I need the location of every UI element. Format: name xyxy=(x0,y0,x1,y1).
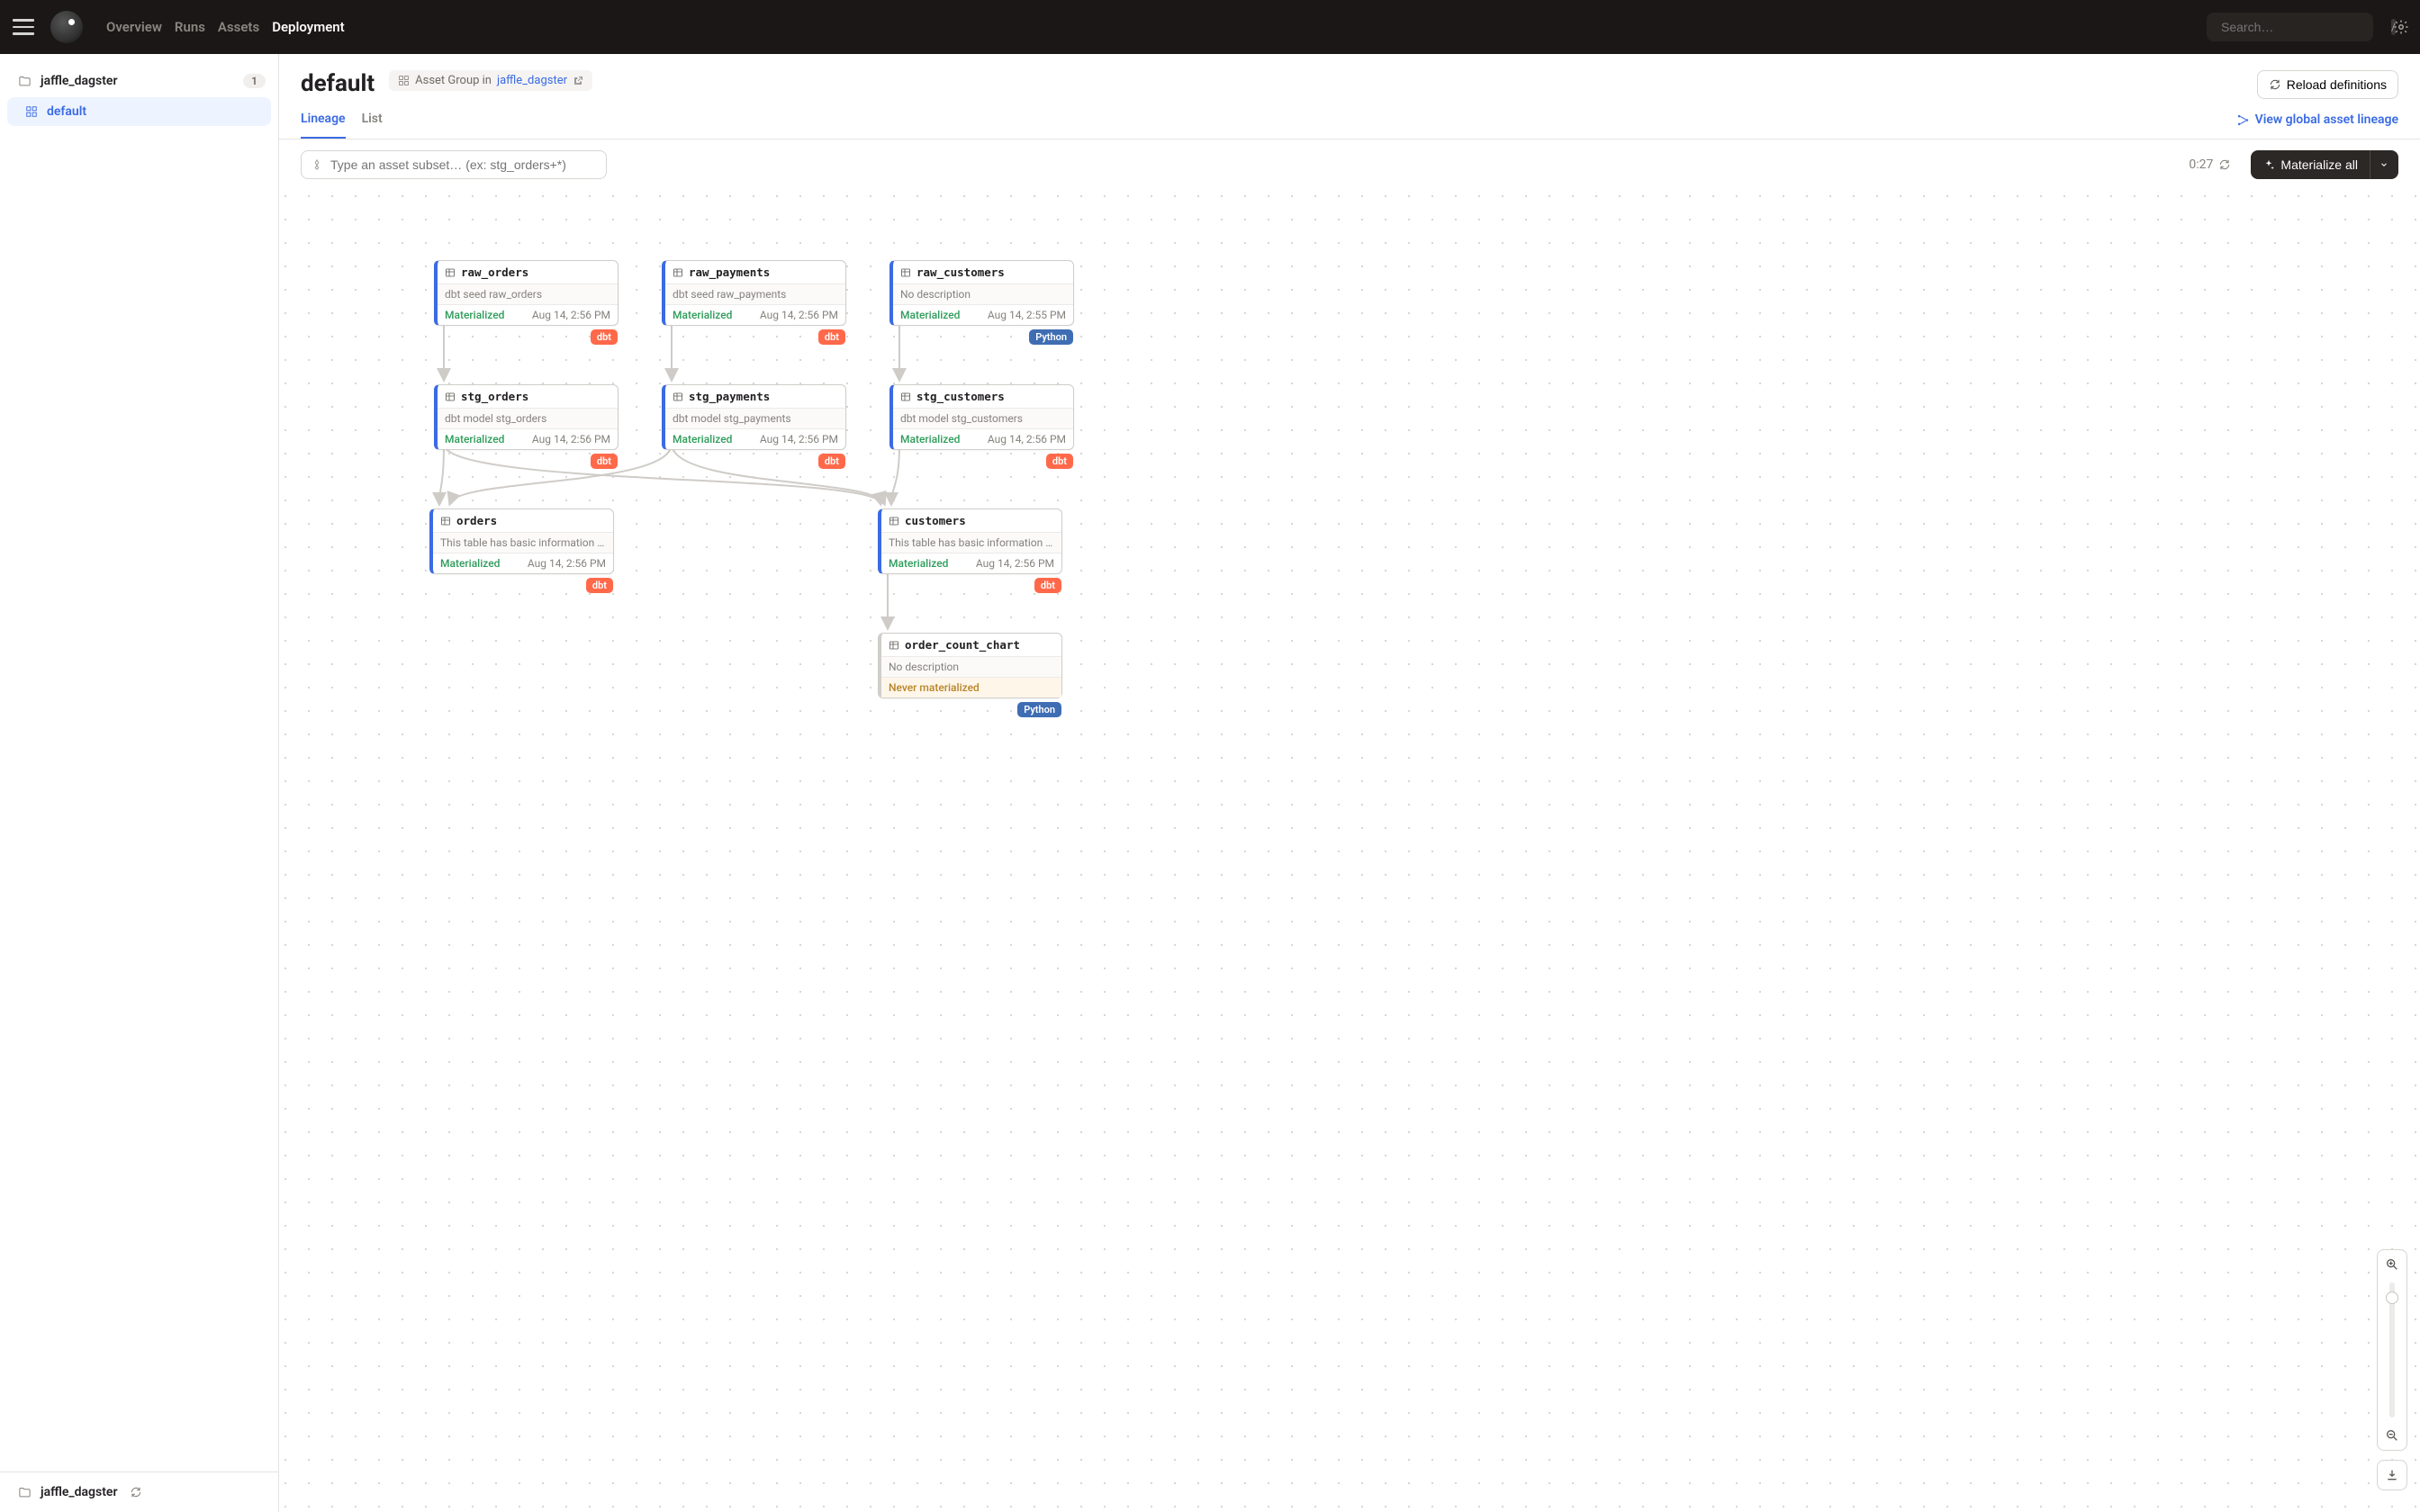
global-lineage-link[interactable]: View global asset lineage xyxy=(2236,112,2398,139)
page-title: default xyxy=(301,70,375,97)
asset-filter-input[interactable] xyxy=(330,158,597,172)
node-raw-orders[interactable]: raw_orders dbt seed raw_orders Materiali… xyxy=(434,260,619,326)
global-lineage-label: View global asset lineage xyxy=(2255,112,2398,127)
asset-filter[interactable] xyxy=(301,150,607,179)
materialize-button-group: Materialize all xyxy=(2251,150,2398,179)
table-icon xyxy=(673,392,683,402)
settings-icon[interactable] xyxy=(2393,19,2409,35)
zoom-thumb[interactable] xyxy=(2386,1292,2398,1304)
nav-deployment[interactable]: Deployment xyxy=(272,19,345,35)
search-input[interactable] xyxy=(2221,20,2384,34)
reload-icon[interactable] xyxy=(130,1486,142,1498)
dbt-badge: dbt xyxy=(1046,454,1073,469)
table-icon xyxy=(445,392,456,402)
menu-icon[interactable] xyxy=(11,14,36,40)
node-stg-orders[interactable]: stg_orders dbt model stg_orders Material… xyxy=(434,384,619,450)
nav-runs[interactable]: Runs xyxy=(175,19,205,35)
timer-value: 0:27 xyxy=(2189,158,2213,172)
sidebar-item-default[interactable]: default xyxy=(7,97,271,126)
node-stg-customers[interactable]: stg_customers dbt model stg_customers Ma… xyxy=(889,384,1074,450)
node-order-count-chart[interactable]: order_count_chart No description Never m… xyxy=(878,633,1062,698)
table-icon xyxy=(445,267,456,278)
zoom-slider[interactable] xyxy=(2389,1282,2395,1418)
dbt-badge: dbt xyxy=(586,578,613,593)
zoom-in-button[interactable] xyxy=(2378,1250,2406,1279)
page-header: default Asset Group in jaffle_dagster Re… xyxy=(279,54,2420,99)
python-badge: Python xyxy=(1017,702,1061,717)
materialize-all-button[interactable]: Materialize all xyxy=(2251,150,2370,179)
table-icon xyxy=(889,640,899,651)
sidebar-group-count: 1 xyxy=(243,74,266,88)
dbt-badge: dbt xyxy=(591,454,618,469)
table-icon xyxy=(673,267,683,278)
table-icon xyxy=(889,516,899,526)
python-badge: Python xyxy=(1029,329,1073,345)
nav-links: Overview Runs Assets Deployment xyxy=(106,19,345,35)
nav-overview[interactable]: Overview xyxy=(106,19,162,35)
sidebar-footer[interactable]: jaffle_dagster xyxy=(0,1472,278,1512)
sidebar-group-jaffle-dagster[interactable]: jaffle_dagster 1 xyxy=(0,67,278,95)
node-stg-payments[interactable]: stg_payments dbt model stg_payments Mate… xyxy=(662,384,846,450)
node-customers[interactable]: customers This table has basic informati… xyxy=(878,508,1062,574)
node-orders[interactable]: orders This table has basic information … xyxy=(429,508,614,574)
search-box[interactable]: / xyxy=(2207,13,2373,41)
nav-assets[interactable]: Assets xyxy=(218,19,259,35)
folder-icon xyxy=(18,75,32,88)
chevron-down-icon xyxy=(2379,160,2388,169)
folder-icon xyxy=(18,1486,32,1499)
sparkle-icon xyxy=(2262,158,2275,171)
tab-list[interactable]: List xyxy=(362,112,383,139)
table-icon xyxy=(900,392,911,402)
sidebar-group-label: jaffle_dagster xyxy=(41,74,117,88)
node-raw-payments[interactable]: raw_payments dbt seed raw_payments Mater… xyxy=(662,260,846,326)
download-button[interactable] xyxy=(2377,1460,2407,1490)
materialize-label: Materialize all xyxy=(2280,158,2358,172)
zoom-out-button[interactable] xyxy=(2378,1421,2406,1450)
dbt-badge: dbt xyxy=(818,329,845,345)
reload-definitions-button[interactable]: Reload definitions xyxy=(2257,70,2398,99)
asset-group-chip: Asset Group in jaffle_dagster xyxy=(389,70,592,91)
top-nav: Overview Runs Assets Deployment / xyxy=(0,0,2420,54)
dbt-badge: dbt xyxy=(818,454,845,469)
zoom-slider-box xyxy=(2377,1249,2407,1451)
asset-group-icon xyxy=(398,75,410,86)
graph-icon xyxy=(2236,113,2250,127)
refresh-icon[interactable] xyxy=(2218,158,2231,171)
main: default Asset Group in jaffle_dagster Re… xyxy=(279,54,2420,1512)
canvas-toolbar: 0:27 Materialize all xyxy=(279,140,2420,190)
chip-link[interactable]: jaffle_dagster xyxy=(497,74,567,87)
sidebar-footer-label: jaffle_dagster xyxy=(41,1485,117,1499)
asset-group-icon xyxy=(25,105,38,118)
dbt-badge: dbt xyxy=(1034,578,1061,593)
zoom-controls xyxy=(2377,1249,2407,1490)
materialize-dropdown-button[interactable] xyxy=(2370,150,2398,179)
lineage-canvas[interactable]: raw_orders dbt seed raw_orders Materiali… xyxy=(279,190,2420,1512)
reload-definitions-label: Reload definitions xyxy=(2287,77,2387,92)
tab-lineage[interactable]: Lineage xyxy=(301,112,346,139)
tabs: Lineage List View global asset lineage xyxy=(279,99,2420,140)
table-icon xyxy=(900,267,911,278)
logo[interactable] xyxy=(50,11,83,43)
filter-icon xyxy=(311,158,323,171)
refresh-timer: 0:27 xyxy=(2189,158,2231,172)
node-raw-customers[interactable]: raw_customers No description Materialize… xyxy=(889,260,1074,326)
open-in-new-icon[interactable] xyxy=(573,76,583,86)
dbt-badge: dbt xyxy=(591,329,618,345)
chip-prefix: Asset Group in xyxy=(415,74,492,87)
sidebar: jaffle_dagster 1 default jaffle_dagster xyxy=(0,54,279,1512)
table-icon xyxy=(440,516,451,526)
sidebar-item-label: default xyxy=(47,104,86,119)
